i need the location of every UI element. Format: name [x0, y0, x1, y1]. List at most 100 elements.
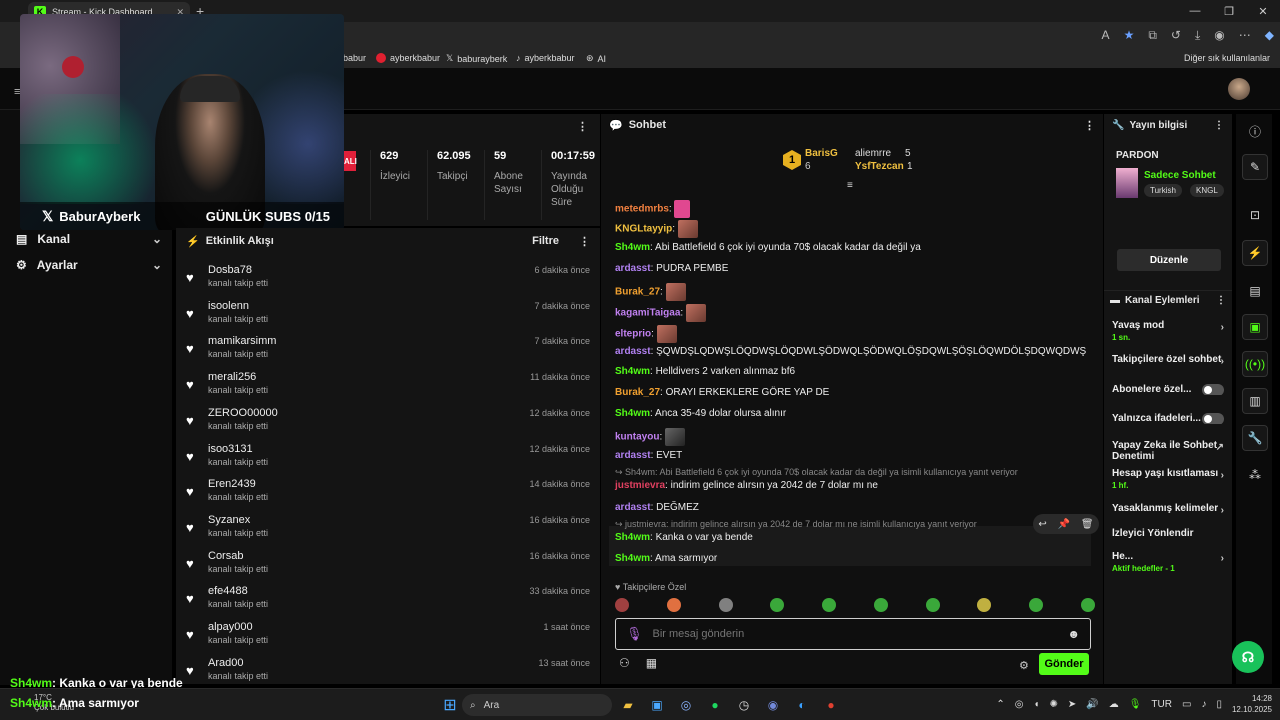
chat-username[interactable]: Sh4wm — [615, 366, 650, 377]
support-chat-button[interactable]: ☊ — [1232, 641, 1264, 673]
tray-icon[interactable]: ◎ — [1015, 699, 1024, 710]
list-item[interactable]: ♥ Syzanex kanalı takip etti 16 dakika önce — [186, 512, 590, 546]
edge-icon[interactable]: ◐ — [792, 695, 812, 715]
bookmark-item[interactable]: ♪ ayberkbabur — [516, 53, 575, 63]
emote[interactable] — [615, 598, 629, 612]
emote[interactable] — [666, 598, 681, 612]
speaker-icon[interactable]: ♪ — [1201, 699, 1206, 710]
channel-action-row[interactable]: He... Aktif hedefler - 1 › — [1112, 551, 1224, 573]
minimize-button[interactable]: — — [1178, 0, 1212, 22]
read-aloud-icon[interactable]: A — [1102, 28, 1110, 43]
chat-username[interactable]: ardasst — [615, 450, 651, 461]
microphone-icon[interactable]: 🎙 — [1129, 699, 1142, 710]
more-options-icon[interactable]: ⋮ — [1084, 119, 1095, 132]
chat-message[interactable]: ardasst: EVET — [615, 450, 682, 461]
chat-message[interactable]: Sh4wm: Anca 35-49 dolar olursa alınır — [615, 408, 786, 419]
steam-icon[interactable]: ◎ — [676, 695, 696, 715]
more-options-icon[interactable]: ⋮ — [1214, 120, 1224, 131]
chat-username[interactable]: Burak_27 — [615, 287, 660, 298]
list-item[interactable]: ♥ efe4488 kanalı takip etti 33 dakika önce — [186, 583, 590, 617]
other-bookmarks[interactable]: Diğer sık kullanılanlar — [1184, 53, 1270, 63]
start-icon[interactable]: ⊞ — [440, 695, 460, 715]
chat-message[interactable]: ardasst: DEĞMEZ — [615, 502, 699, 513]
channel-action-row[interactable]: İzleyici Yönlendir — [1112, 528, 1224, 539]
list-item[interactable]: ♥ merali256 kanalı takip etti 11 dakika önc… — [186, 369, 590, 403]
chat-message[interactable]: Sh4wm: Kanka o var ya bende — [615, 532, 753, 543]
bookmark-item[interactable]: babur — [343, 53, 366, 63]
copilot-icon[interactable]: ◆ — [1265, 28, 1274, 43]
tools-icon[interactable]: 🔧 — [1242, 425, 1268, 451]
chat-message[interactable]: Burak_27: ORAYI ERKEKLERE GÖRE YAP DE — [615, 387, 829, 398]
list-item[interactable]: ♥ Corsab kanalı takip etti 16 dakika önce — [186, 548, 590, 582]
folder-icon[interactable]: ▰ — [618, 695, 638, 715]
chat-message[interactable]: Sh4wm: Ama sarmıyor — [615, 553, 717, 564]
chat-username[interactable]: Sh4wm — [615, 408, 650, 419]
channel-action-row[interactable]: Yasaklanmış kelimeler › — [1112, 503, 1224, 514]
chat-input-box[interactable]: 🎙 ☻ — [615, 618, 1091, 650]
document-icon[interactable]: ▤ — [1242, 278, 1268, 304]
edit-button[interactable]: Düzenle — [1117, 249, 1221, 271]
chat-message[interactable]: justmievra: indirim gelince alırsın ya 2… — [615, 480, 878, 491]
microphone-icon[interactable]: 🎙 — [626, 626, 643, 642]
tray-icon[interactable]: ➤ — [1068, 699, 1076, 710]
chat-message[interactable]: Sh4wm: Abi Battlefield 6 çok iyi oyunda … — [615, 242, 921, 253]
clock-app-icon[interactable]: ◷ — [734, 695, 754, 715]
avatar[interactable] — [1228, 78, 1250, 100]
discord-icon[interactable]: ◉ — [763, 695, 783, 715]
chat-username[interactable]: metedmrbs — [615, 204, 669, 215]
clock[interactable]: 14:28 12.10.2025 — [1232, 693, 1272, 715]
monitor-icon[interactable]: ▭ — [1182, 699, 1191, 710]
emote[interactable] — [977, 598, 992, 612]
emote[interactable] — [770, 598, 785, 612]
emote[interactable] — [873, 598, 888, 612]
maximize-button[interactable]: ❐ — [1212, 0, 1246, 22]
emoji-icon[interactable]: ☻ — [1067, 627, 1080, 641]
chat-message[interactable]: kuntayou: — [615, 428, 686, 446]
chat-message[interactable]: ardasst: ŞQWDŞLQDWŞLÖQDWŞLÖQDWLŞÖDWQLŞÖD… — [615, 346, 1086, 357]
chat-settings-icon[interactable]: ⚙ — [1019, 659, 1029, 672]
app-icon[interactable]: ● — [821, 695, 841, 715]
history-icon[interactable]: ↺ — [1171, 28, 1181, 43]
pin-icon[interactable]: 📌 — [1058, 519, 1070, 530]
battery-icon[interactable]: ▯ — [1216, 699, 1222, 710]
lightning-icon[interactable]: ⚡ — [1242, 240, 1268, 266]
sidebar-item-ayarlar[interactable]: ⚙ Ayarlar ⌄ — [16, 258, 162, 272]
chat-username[interactable]: elteprio — [615, 329, 651, 340]
channel-action-row[interactable]: Yavaş mod 1 sn. › — [1112, 320, 1224, 342]
chat-message[interactable]: metedmrbs: — [615, 200, 691, 218]
chat-username[interactable]: ardasst — [615, 502, 651, 513]
tray-icon[interactable]: ☁ — [1109, 699, 1119, 710]
chat-username[interactable]: Burak_27 — [615, 387, 660, 398]
chevron-up-icon[interactable]: ⌃ — [996, 699, 1004, 710]
channel-action-row[interactable]: Yalnızca ifadeleri... — [1112, 413, 1224, 424]
chat-username[interactable]: kagamiTaigaa — [615, 308, 680, 319]
bookmark-item[interactable]: ayberkbabur — [376, 53, 440, 63]
emote[interactable] — [822, 598, 837, 612]
emote[interactable] — [1029, 598, 1044, 612]
close-window-button[interactable]: ✕ — [1246, 0, 1280, 22]
broadcast-icon[interactable]: ((•)) — [1242, 351, 1268, 377]
emote[interactable] — [1080, 598, 1095, 612]
taskbar-search[interactable]: ⌕ Ara — [462, 694, 612, 716]
list-item[interactable]: ♥ mamikarsimm kanalı takip etti 7 dakika ön… — [186, 333, 590, 367]
pencil-icon[interactable]: ✎ — [1242, 154, 1268, 180]
layout-icon[interactable]: ▥ — [1242, 388, 1268, 414]
spotify-icon[interactable]: ● — [705, 695, 725, 715]
list-item[interactable]: ♥ alpay000 kanalı takip etti 1 saat önce — [186, 619, 590, 653]
chat-message[interactable]: kagamiTaigaa: — [615, 304, 706, 322]
chat-username[interactable]: ardasst — [615, 346, 651, 357]
list-item[interactable]: ♥ Dosba78 kanalı takip etti 6 dakika önce — [186, 262, 590, 296]
camera-icon[interactable]: ⊡ — [1242, 202, 1268, 228]
reply-icon[interactable]: ↩ — [1038, 519, 1046, 530]
chat-username[interactable]: Sh4wm — [615, 532, 650, 543]
chat-username[interactable]: Sh4wm — [615, 553, 650, 564]
more-options-icon[interactable]: ⋮ — [1216, 295, 1226, 306]
delete-icon[interactable]: 🗑 — [1081, 519, 1094, 530]
channel-action-row[interactable]: Abonelere özel... — [1112, 384, 1224, 395]
more-options-icon[interactable]: ⋮ — [579, 235, 590, 248]
language-indicator[interactable]: TUR — [1151, 699, 1172, 710]
filter-button[interactable]: Filtre — [532, 235, 559, 247]
download-icon[interactable]: ⤓ — [1195, 28, 1200, 43]
chat-username[interactable]: kuntayou — [615, 432, 659, 443]
chat-username[interactable]: ardasst — [615, 263, 651, 274]
